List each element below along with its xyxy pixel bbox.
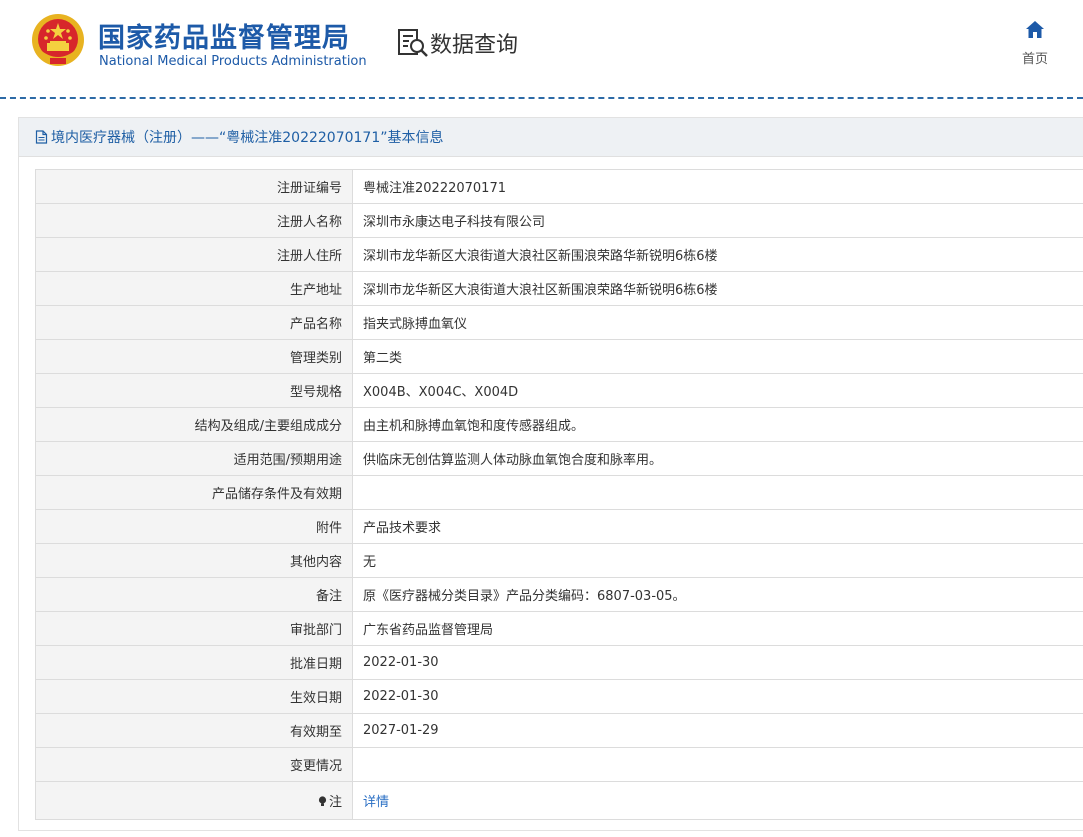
details-link[interactable]: 详情: [363, 795, 389, 810]
document-icon: [35, 130, 48, 144]
field-value: [352, 475, 1083, 510]
device-info-panel: 境内医疗器械（注册）——“粤械注准20222070171”基本信息 注册证编号粤…: [18, 117, 1083, 831]
table-row: 产品储存条件及有效期: [35, 475, 1083, 510]
device-info-table: 注册证编号 粤械注准20222070171 注册人名称 深圳市永康达电子科技有限公司…: [35, 169, 1083, 820]
field-label: 注册证编号: [35, 169, 353, 204]
home-icon: [1026, 21, 1044, 38]
panel-title: 境内医疗器械（注册）——“粤械注准20222070171”基本信息: [51, 130, 444, 146]
field-label: 结构及组成/主要组成成分: [35, 407, 353, 442]
data-query-icon: [398, 29, 428, 57]
field-label: 变更情况: [35, 747, 353, 782]
field-value: [352, 747, 1083, 782]
table-row: 型号规格 X004B、X004C、X004D: [35, 373, 1083, 408]
field-value: 深圳市龙华新区大浪街道大浪社区新围浪荣路华新锐明6栋6楼: [352, 271, 1083, 306]
field-label: 附件: [35, 509, 353, 544]
field-label: 产品名称: [35, 305, 353, 340]
table-row: 结构及组成/主要组成成分 由主机和脉搏血氧饱和度传感器组成。: [35, 407, 1083, 442]
field-value: 供临床无创估算监测人体动脉血氧饱合度和脉率用。: [352, 441, 1083, 476]
field-label: 批准日期: [35, 645, 353, 680]
agency-name-en: National Medical Products Administration: [99, 54, 367, 69]
home-label: 首页: [1021, 52, 1048, 67]
field-value: 由主机和脉搏血氧饱和度传感器组成。: [352, 407, 1083, 442]
field-label: 管理类别: [35, 339, 353, 374]
field-value: 深圳市永康达电子科技有限公司: [352, 203, 1083, 238]
field-value: 2022-01-30: [352, 679, 1083, 714]
lightbulb-icon: [318, 796, 327, 806]
table-row: 注册人住所 深圳市龙华新区大浪街道大浪社区新围浪荣路华新锐明6栋6楼: [35, 237, 1083, 272]
field-value: 第二类: [352, 339, 1083, 374]
field-value: 深圳市龙华新区大浪街道大浪社区新围浪荣路华新锐明6栋6楼: [352, 237, 1083, 272]
agency-name-cn: 国家药品监督管理局: [98, 23, 350, 54]
panel-header: 境内医疗器械（注册）——“粤械注准20222070171”基本信息: [19, 118, 1083, 157]
field-label: 其他内容: [35, 543, 353, 578]
field-label: 型号规格: [35, 373, 353, 408]
site-header: 国家药品监督管理局 National Medical Products Admi…: [0, 0, 1083, 99]
field-label: 生效日期: [35, 679, 353, 714]
field-label: 适用范围/预期用途: [35, 441, 353, 476]
field-label: 注册人名称: [35, 203, 353, 238]
table-row: 注册人名称 深圳市永康达电子科技有限公司: [35, 203, 1083, 238]
table-row: 生产地址 深圳市龙华新区大浪街道大浪社区新围浪荣路华新锐明6栋6楼: [35, 271, 1083, 306]
field-label: 产品储存条件及有效期: [35, 475, 353, 510]
table-row: 审批部门 广东省药品监督管理局: [35, 611, 1083, 646]
page-title: 数据查询: [430, 33, 519, 58]
header-divider: [0, 97, 1083, 99]
national-emblem-icon: [32, 14, 84, 66]
field-value: 产品技术要求: [352, 509, 1083, 544]
field-value: 指夹式脉搏血氧仪: [352, 305, 1083, 340]
table-row: 变更情况: [35, 747, 1083, 782]
table-row: 生效日期 2022-01-30: [35, 679, 1083, 714]
table-row: 其他内容无: [35, 543, 1083, 578]
field-value: 广东省药品监督管理局: [352, 611, 1083, 646]
field-value: 2027-01-29: [352, 713, 1083, 748]
field-label: 审批部门: [35, 611, 353, 646]
table-row: 注册证编号 粤械注准20222070171: [35, 169, 1083, 204]
home-nav-link[interactable]: 首页: [1012, 20, 1058, 67]
field-value: 粤械注准20222070171: [352, 169, 1083, 204]
table-row: 附件 产品技术要求: [35, 509, 1083, 544]
field-label: 注册人住所: [35, 237, 353, 272]
field-value: 无: [352, 543, 1083, 578]
note-row: 注 详情: [35, 781, 1083, 820]
table-row: 批准日期 2022-01-30: [35, 645, 1083, 680]
field-value: X004B、X004C、X004D: [352, 373, 1083, 408]
table-row: 适用范围/预期用途 供临床无创估算监测人体动脉血氧饱合度和脉率用。: [35, 441, 1083, 476]
table-row: 管理类别 第二类: [35, 339, 1083, 374]
field-label: 备注: [35, 577, 353, 612]
note-label-cell: 注: [35, 781, 353, 820]
field-value: 2022-01-30: [352, 645, 1083, 680]
table-row: 备注 原《医疗器械分类目录》产品分类编码：6807-03-05。: [35, 577, 1083, 612]
note-label: 注: [328, 795, 342, 810]
table-row: 有效期至 2027-01-29: [35, 713, 1083, 748]
field-label: 生产地址: [35, 271, 353, 306]
field-value: 原《医疗器械分类目录》产品分类编码：6807-03-05。: [352, 577, 1083, 612]
table-row: 产品名称 指夹式脉搏血氧仪: [35, 305, 1083, 340]
field-label: 有效期至: [35, 713, 353, 748]
note-value-cell: 详情: [352, 781, 1083, 820]
